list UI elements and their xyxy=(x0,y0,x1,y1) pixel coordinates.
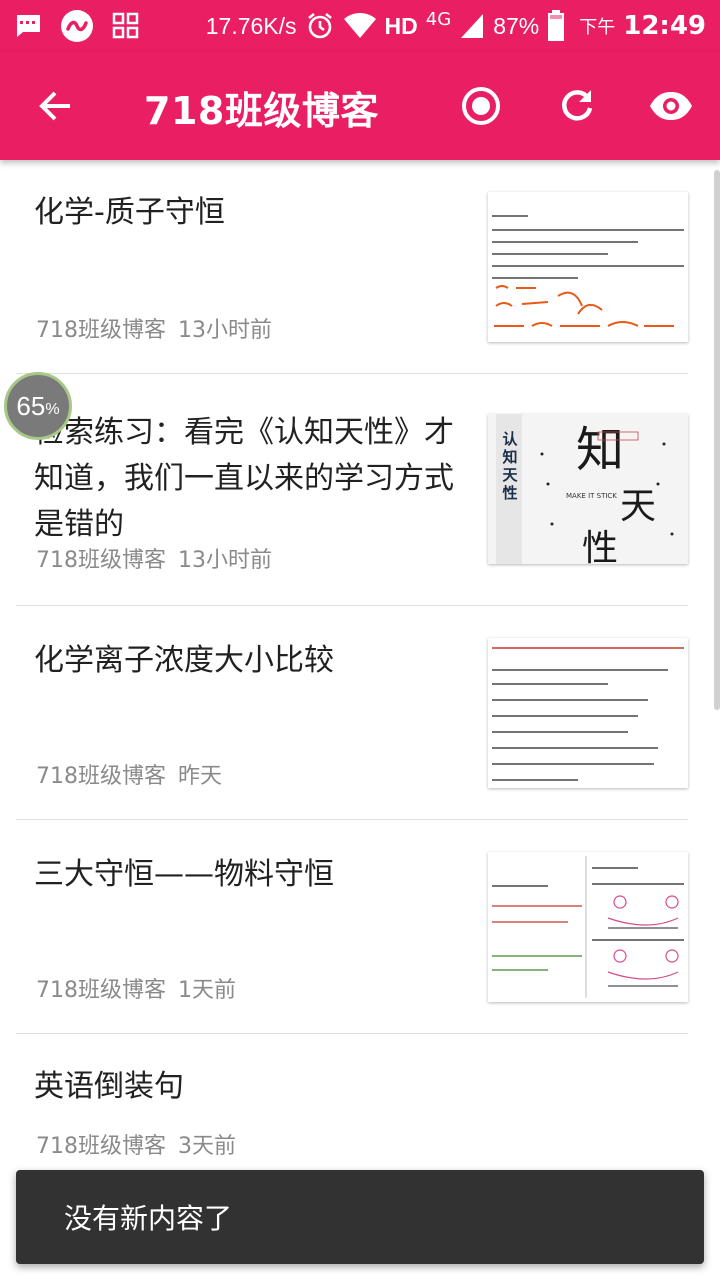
book-cover-char: 知 xyxy=(576,422,624,478)
clock: 12:49 xyxy=(623,11,706,41)
list-item[interactable]: 三大守恒——物料守恒 718班级博客 1天前 xyxy=(16,820,688,1034)
list-item[interactable]: 化学-质子守恒 718班级博客 13小时前 xyxy=(16,160,688,374)
refresh-icon xyxy=(562,90,593,121)
book-spine-char: 认 xyxy=(502,430,518,448)
article-title: 英语倒装句 xyxy=(34,1069,184,1104)
network-speed: 17.76K/s xyxy=(205,12,297,39)
record-icon xyxy=(462,87,500,125)
article-title: 化学-质子守恒 xyxy=(34,195,225,230)
article-time: 昨天 xyxy=(178,764,223,789)
book-cover-char: 天 xyxy=(620,486,656,527)
page-title: 718班级博客 xyxy=(144,89,379,133)
progress-bubble[interactable]: 65% xyxy=(4,372,72,440)
book-cover-char: 性 xyxy=(582,528,618,564)
battery-level: 87% xyxy=(493,12,540,39)
message-icon xyxy=(14,13,42,39)
article-time: 1天前 xyxy=(178,978,236,1003)
article-author: 718班级博客 xyxy=(36,978,166,1003)
article-meta: 718班级博客 13小时前 xyxy=(36,542,272,574)
eye-icon xyxy=(650,92,692,120)
book-subtitle: MAKE IT STICK xyxy=(566,492,617,500)
record-button[interactable] xyxy=(452,78,510,134)
article-meta: 718班级博客 1天前 xyxy=(36,972,236,1004)
list-item[interactable]: 检索练习：看完《认知天性》才知道，我们一直以来的学习方式是错的 718班级博客 1… xyxy=(16,374,688,606)
signal-icon xyxy=(459,12,485,40)
snackbar: 没有新内容了 xyxy=(16,1170,704,1264)
article-thumbnail xyxy=(488,638,688,788)
signal-type: 4G xyxy=(425,8,452,30)
back-button[interactable] xyxy=(26,78,84,134)
progress-value: 65 xyxy=(16,390,46,421)
scrollbar[interactable] xyxy=(714,170,720,710)
article-time: 13小时前 xyxy=(178,548,272,573)
article-time: 3天前 xyxy=(178,1134,236,1159)
article-title: 检索练习：看完《认知天性》才知道，我们一直以来的学习方式是错的 xyxy=(34,415,454,542)
status-bar: 17.76K/s HD 4G 87% 下午 12:49 xyxy=(0,0,720,52)
time-prefix: 下午 xyxy=(579,17,616,38)
snackbar-message: 没有新内容了 xyxy=(64,1202,233,1235)
article-thumbnail: 认 知 天 性 知 MAKE IT STICK 天 性 xyxy=(488,414,688,564)
wifi-icon xyxy=(343,12,377,40)
book-spine-char: 知 xyxy=(502,448,517,466)
article-thumbnail xyxy=(488,852,688,1002)
book-spine-char: 天 xyxy=(502,466,518,484)
back-icon xyxy=(39,91,70,121)
article-meta: 718班级博客 3天前 xyxy=(36,1128,236,1160)
article-author: 718班级博客 xyxy=(36,548,166,573)
article-author: 718班级博客 xyxy=(36,764,166,789)
list-item[interactable]: 化学离子浓度大小比较 718班级博客 昨天 xyxy=(16,606,688,820)
progress-unit: % xyxy=(45,401,60,418)
app-icon xyxy=(60,9,94,43)
article-time: 13小时前 xyxy=(178,318,272,343)
book-spine-char: 性 xyxy=(502,484,517,502)
article-meta: 718班级博客 昨天 xyxy=(36,758,222,790)
article-author: 718班级博客 xyxy=(36,1134,166,1159)
preview-button[interactable] xyxy=(642,78,700,134)
article-meta: 718班级博客 13小时前 xyxy=(36,312,272,344)
article-title: 三大守恒——物料守恒 xyxy=(34,857,334,892)
app-bar: 718班级博客 xyxy=(0,52,720,160)
article-author: 718班级博客 xyxy=(36,318,166,343)
alarm-icon xyxy=(305,11,335,41)
network-type: HD xyxy=(384,12,418,39)
article-title: 化学离子浓度大小比较 xyxy=(34,643,334,678)
grid-icon xyxy=(112,12,140,40)
refresh-button[interactable] xyxy=(548,78,606,134)
article-thumbnail xyxy=(488,192,688,342)
battery-icon xyxy=(547,10,565,42)
article-list[interactable]: 化学-质子守恒 718班级博客 13小时前 检索练习：看完《认知天性》才知道，我… xyxy=(0,160,720,1280)
